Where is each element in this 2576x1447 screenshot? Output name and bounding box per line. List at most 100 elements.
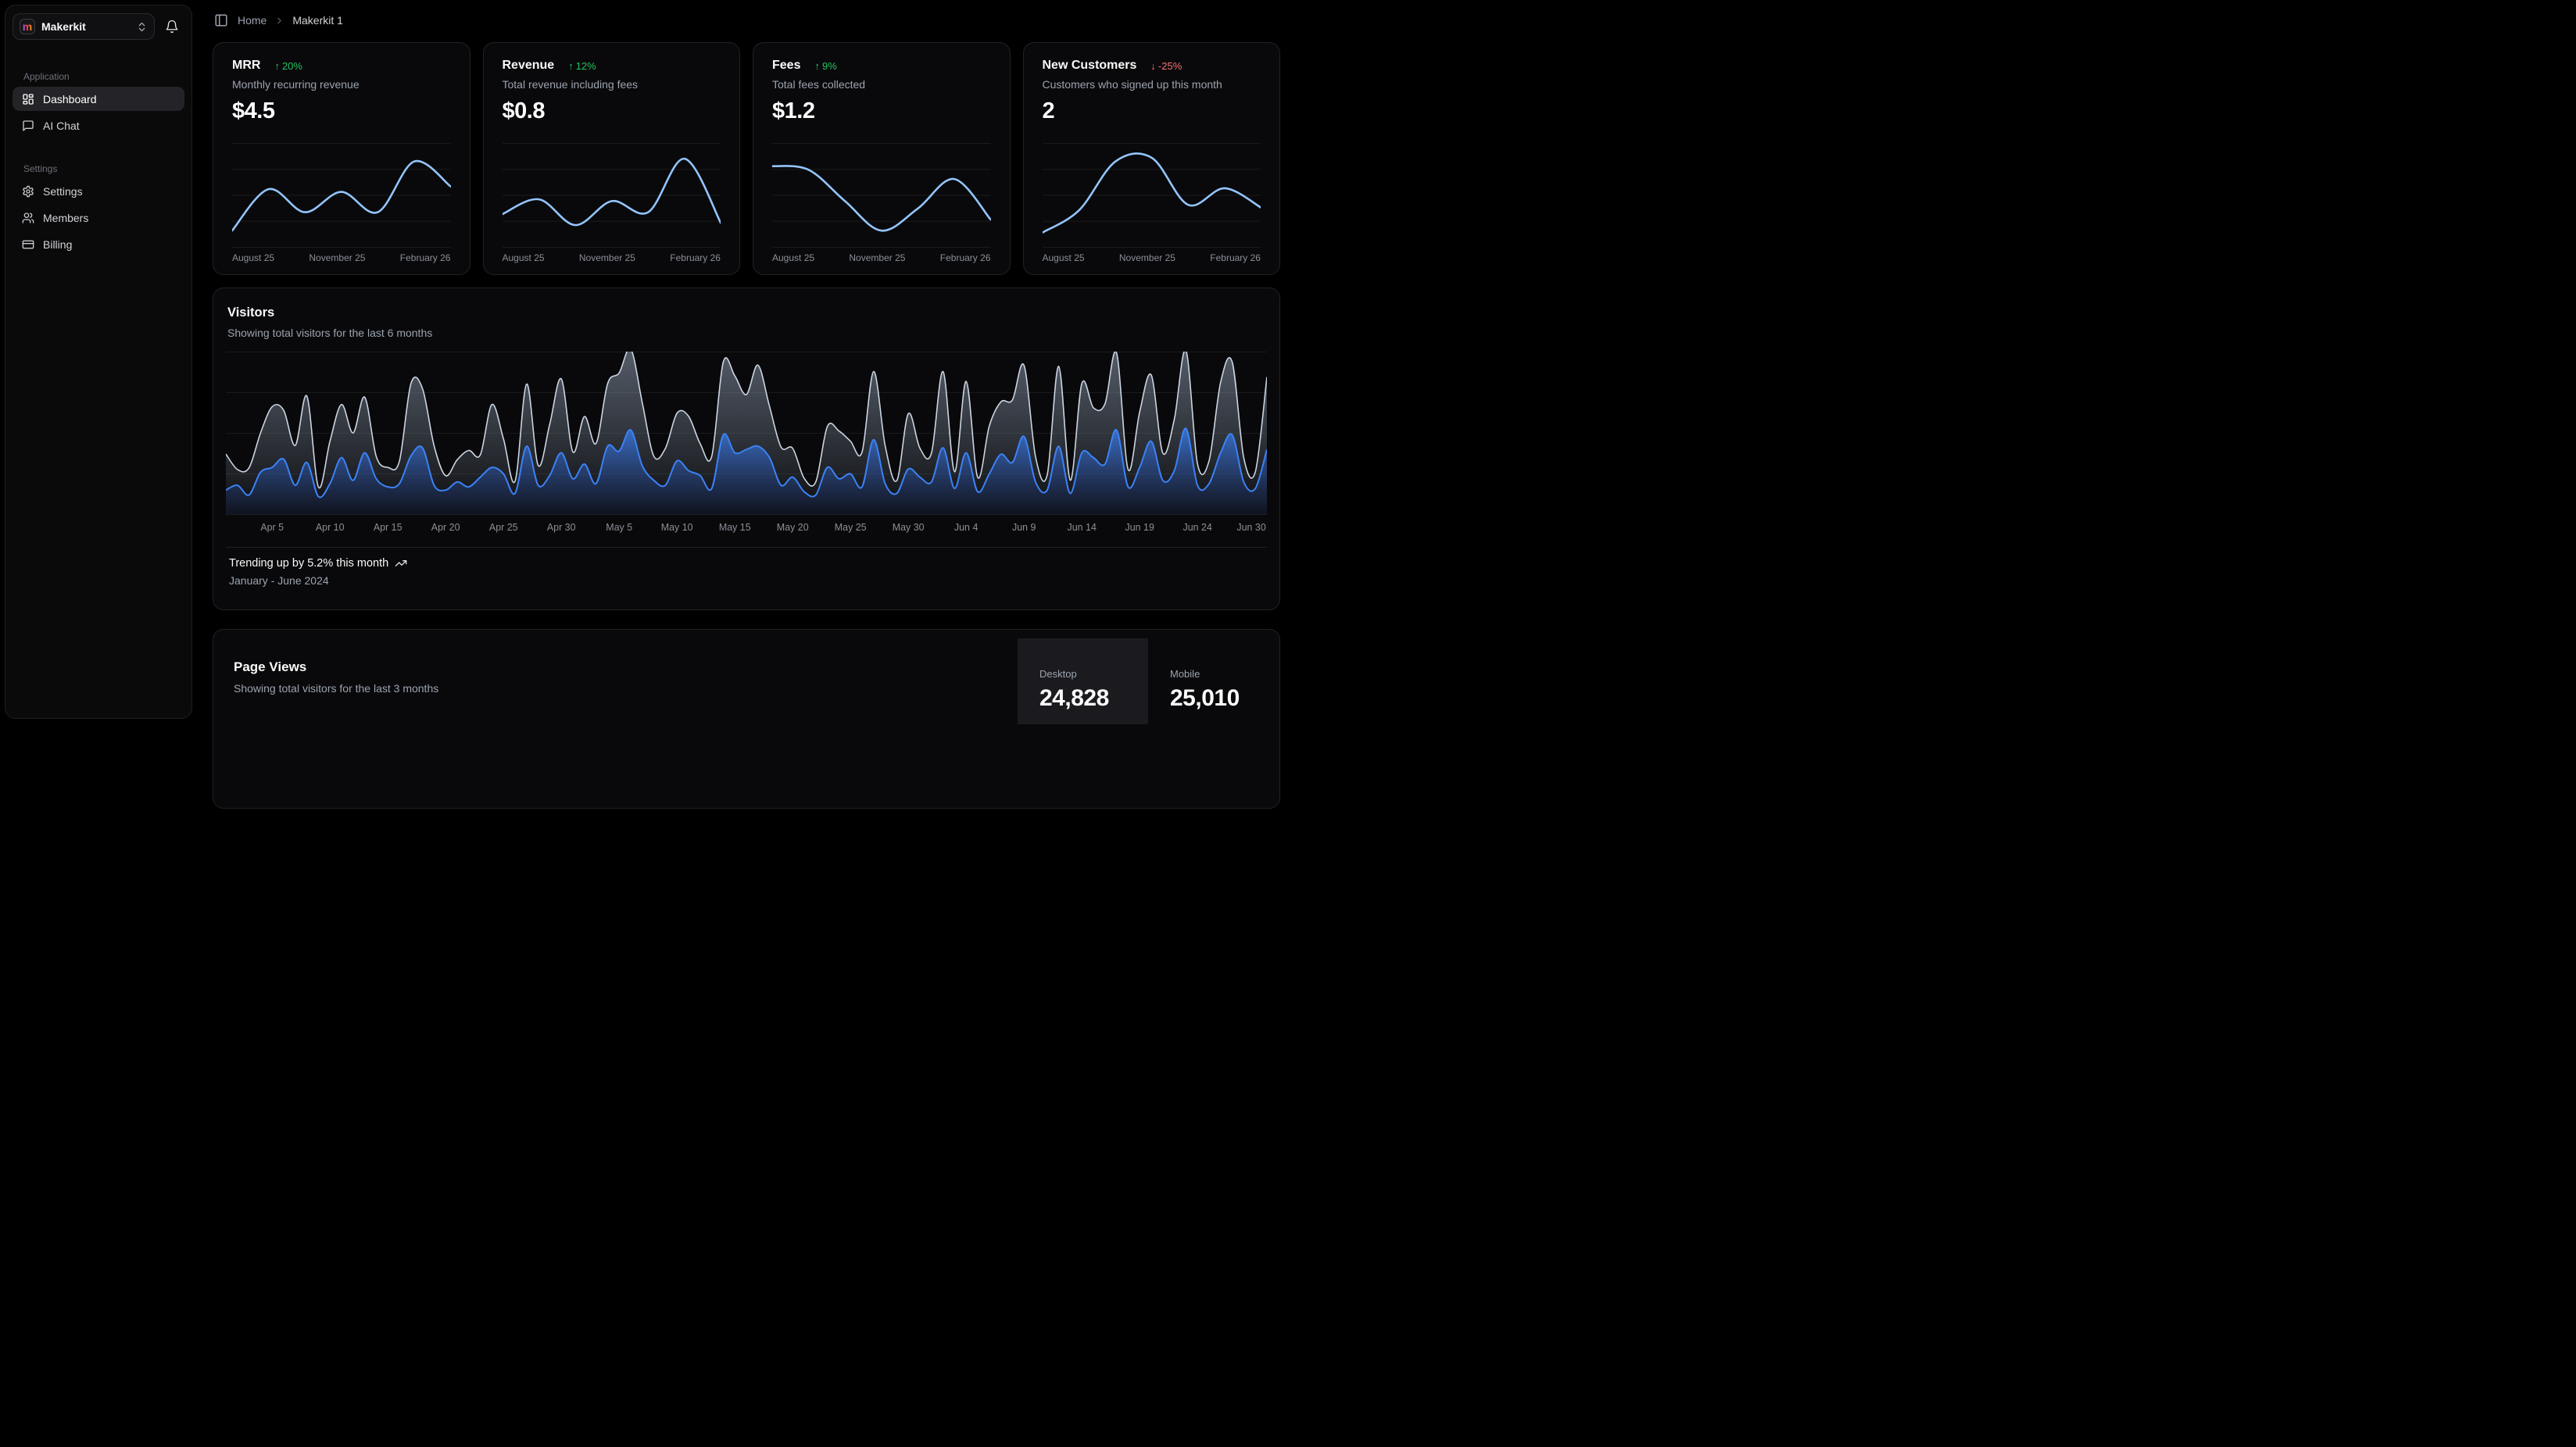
trend-value: -25% (1158, 60, 1182, 72)
svg-text:May 15: May 15 (719, 522, 751, 533)
page-views-subtitle: Showing total visitors for the last 3 mo… (234, 682, 438, 695)
stat-card-mrr: MRR ↑20% Monthly recurring revenue $4.5 … (213, 42, 470, 275)
trend-badge: ↑12% (568, 60, 596, 72)
sidebar-toggle-button[interactable] (213, 12, 230, 29)
toggle-label: Mobile (1170, 668, 1257, 680)
svg-text:May 20: May 20 (777, 522, 809, 533)
stat-value: 2 (1043, 98, 1261, 124)
x-axis-label: November 25 (1119, 252, 1175, 263)
chevrons-up-down-icon (136, 21, 148, 33)
sidebar-item-ai-chat[interactable]: AI Chat (13, 113, 184, 138)
trend-value: 9% (822, 60, 837, 72)
stat-title: Revenue (503, 59, 555, 73)
toggle-value: 24,828 (1039, 685, 1126, 712)
page-views-card: Page Views Showing total visitors for th… (213, 629, 1280, 809)
stat-subtitle: Total revenue including fees (503, 78, 721, 91)
sidebar-item-label: AI Chat (43, 120, 80, 132)
svg-text:May 5: May 5 (606, 522, 632, 533)
notifications-button[interactable] (159, 14, 184, 39)
arrow-up-icon: ↑ (568, 60, 574, 72)
breadcrumb: Home Makerkit 1 (213, 10, 343, 30)
sidebar-item-members[interactable]: Members (13, 205, 184, 230)
chevron-right-icon (274, 16, 284, 26)
svg-text:Jun 14: Jun 14 (1068, 522, 1097, 533)
workspace-selector[interactable]: m Makerkit (13, 13, 155, 40)
svg-text:Jun 30: Jun 30 (1236, 522, 1265, 533)
toggle-label: Desktop (1039, 668, 1126, 680)
breadcrumb-home[interactable]: Home (238, 14, 267, 27)
visitors-area-chart: Apr 5 Apr 10 Apr 15 Apr 20 Apr 25 Apr 30 May 5… (226, 352, 1267, 536)
sidebar-item-dashboard[interactable]: Dashboard (13, 87, 184, 111)
svg-text:Apr 15: Apr 15 (374, 522, 402, 533)
svg-text:Apr 20: Apr 20 (431, 522, 460, 533)
stat-value: $1.2 (772, 98, 991, 124)
trend-badge: ↓-25% (1150, 60, 1182, 72)
sidebar-item-billing[interactable]: Billing (13, 232, 184, 256)
visitors-trend-text: Trending up by 5.2% this month (229, 557, 388, 570)
sparkline-chart: August 25 November 25 February 26 (1043, 143, 1261, 263)
svg-text:May 10: May 10 (661, 522, 693, 533)
trending-up-icon (395, 557, 407, 570)
x-axis-label: February 26 (670, 252, 721, 263)
arrow-down-icon: ↓ (1150, 60, 1156, 72)
x-axis-label: November 25 (309, 252, 365, 263)
x-axis-label: August 25 (232, 252, 274, 263)
sparkline-chart: August 25 November 25 February 26 (772, 143, 991, 263)
sidebar-item-label: Dashboard (43, 93, 97, 105)
svg-text:Apr 25: Apr 25 (489, 522, 518, 533)
x-axis-label: August 25 (772, 252, 814, 263)
svg-text:May 25: May 25 (835, 522, 867, 533)
stat-value: $0.8 (503, 98, 721, 124)
credit-card-icon (22, 238, 34, 251)
arrow-up-icon: ↑ (814, 60, 820, 72)
arrow-up-icon: ↑ (274, 60, 280, 72)
stat-cards-row: MRR ↑20% Monthly recurring revenue $4.5 … (213, 42, 1280, 275)
visitors-title: Visitors (227, 305, 1267, 320)
stat-card-revenue: Revenue ↑12% Total revenue including fee… (483, 42, 741, 275)
sidebar-item-settings[interactable]: Settings (13, 179, 184, 203)
svg-text:Apr 30: Apr 30 (547, 522, 576, 533)
stat-subtitle: Monthly recurring revenue (232, 78, 451, 91)
makerkit-logo: m (20, 19, 35, 34)
trend-value: 12% (576, 60, 596, 72)
chat-icon (22, 120, 34, 132)
dashboard-icon (22, 93, 34, 105)
x-axis-label: February 26 (400, 252, 451, 263)
stat-title: MRR (232, 59, 260, 73)
page-views-series-toggles: Desktop 24,828 Mobile 25,010 (1018, 638, 1279, 724)
visitors-date-range: January - June 2024 (229, 574, 1264, 587)
stat-title: Fees (772, 59, 800, 73)
svg-text:May 30: May 30 (893, 522, 925, 533)
x-axis-label: August 25 (1043, 252, 1085, 263)
stat-value: $4.5 (232, 98, 451, 124)
mobile-toggle[interactable]: Mobile 25,010 (1148, 638, 1279, 724)
svg-text:Jun 9: Jun 9 (1012, 522, 1036, 533)
svg-text:Apr 5: Apr 5 (260, 522, 284, 533)
stat-card-fees: Fees ↑9% Total fees collected $1.2 Augus… (753, 42, 1011, 275)
sidebar-item-label: Members (43, 212, 88, 224)
trend-badge: ↑9% (814, 60, 836, 72)
sparkline-chart: August 25 November 25 February 26 (503, 143, 721, 263)
breadcrumb-current: Makerkit 1 (292, 14, 343, 27)
toggle-value: 25,010 (1170, 685, 1257, 712)
svg-text:Apr 10: Apr 10 (316, 522, 345, 533)
svg-text:Jun 19: Jun 19 (1125, 522, 1154, 533)
page-views-title: Page Views (234, 659, 438, 675)
x-axis-label: February 26 (940, 252, 991, 263)
sidebar-item-label: Billing (43, 238, 72, 251)
sidebar: m Makerkit Application Dashboard AI Chat… (5, 5, 192, 719)
stat-card-new-customers: New Customers ↓-25% Customers who signed… (1023, 42, 1281, 275)
panel-left-icon (214, 13, 228, 27)
x-axis-label: August 25 (503, 252, 545, 263)
section-label-settings: Settings (23, 163, 184, 174)
sidebar-item-label: Settings (43, 185, 83, 198)
visitors-card: Visitors Showing total visitors for the … (213, 288, 1280, 610)
stat-subtitle: Customers who signed up this month (1043, 78, 1261, 91)
desktop-toggle[interactable]: Desktop 24,828 (1018, 638, 1148, 724)
sparkline-chart: August 25 November 25 February 26 (232, 143, 451, 263)
stat-title: New Customers (1043, 59, 1137, 73)
x-axis-label: November 25 (849, 252, 905, 263)
section-label-application: Application (23, 71, 184, 82)
workspace-name: Makerkit (41, 20, 130, 33)
x-axis-label: November 25 (579, 252, 635, 263)
